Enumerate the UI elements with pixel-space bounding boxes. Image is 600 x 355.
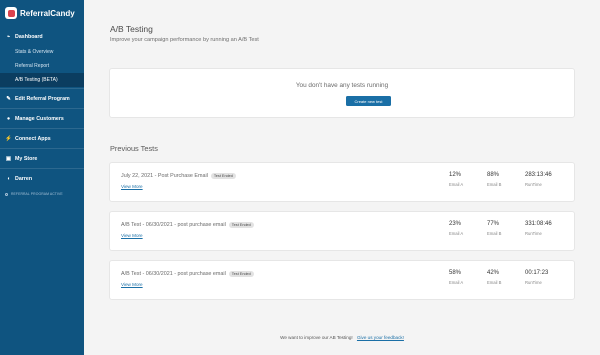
divider <box>0 128 84 129</box>
previous-tests-heading: Previous Tests <box>110 144 158 153</box>
feedback-footer: We want to improve our AB Testing! Give … <box>84 335 600 340</box>
sidebar-item-label: Edit Referral Program <box>15 95 70 102</box>
email-a-stat: 23% Email A <box>449 221 463 236</box>
test-name: July 22, 2021 - Post Purchase Email Test… <box>121 173 236 179</box>
previous-test-card: A/B Test - 06/30/2021 - post purchase em… <box>109 260 575 300</box>
divider <box>0 168 84 169</box>
sidebar-item-label: Manage Customers <box>15 115 64 122</box>
running-tests-card: You don't have any tests running Create … <box>109 68 575 118</box>
sidebar-item-label: My Store <box>15 155 38 162</box>
status-badge: Test Ended <box>210 173 236 179</box>
sidebar-item-manage-customers[interactable]: ● Manage Customers <box>0 110 84 127</box>
user-icon: ◖ <box>6 175 11 182</box>
view-more-link[interactable]: View More <box>121 184 143 189</box>
email-b-label: Email B <box>487 182 502 187</box>
email-b-value: 42% <box>487 270 500 276</box>
test-name-label: A/B Test - 06/30/2021 - post purchase em… <box>121 271 226 277</box>
feedback-link[interactable]: Give us your feedback! <box>357 335 404 340</box>
chart-icon: ⌁ <box>6 33 11 40</box>
email-a-value: 23% <box>449 221 462 227</box>
email-b-stat: 88% Email B <box>487 172 501 187</box>
runtime-stat: 00:17:23 RunTime <box>525 270 548 285</box>
sidebar-item-label: Dashboard <box>15 33 43 40</box>
divider <box>0 108 84 109</box>
store-icon: ▣ <box>5 155 12 162</box>
email-a-value: 12% <box>449 172 462 178</box>
create-new-test-button[interactable]: Create new test <box>346 96 391 106</box>
sidebar-nav: ⌁ Dashboard Stats & Overview Referral Re… <box>0 28 84 201</box>
divider <box>0 148 84 149</box>
runtime-value: 283:13:46 <box>525 172 552 178</box>
runtime-label: RunTime <box>525 280 542 285</box>
page-subtitle: Improve your campaign performance by run… <box>110 37 259 43</box>
plug-icon: ⚡ <box>5 135 12 142</box>
email-b-value: 88% <box>487 172 500 178</box>
view-more-link[interactable]: View More <box>121 282 143 287</box>
test-name: A/B Test - 06/30/2021 - post purchase em… <box>121 222 254 228</box>
runtime-value: 331:08:46 <box>525 221 552 227</box>
view-more-link[interactable]: View More <box>121 233 143 238</box>
previous-test-card: July 22, 2021 - Post Purchase Email Test… <box>109 162 575 202</box>
test-name-label: A/B Test - 06/30/2021 - post purchase em… <box>121 222 226 228</box>
sidebar-item-user[interactable]: ◖ Darren <box>0 170 84 187</box>
feedback-text: We want to improve our AB Testing! <box>280 335 353 340</box>
divider <box>0 88 84 89</box>
previous-test-card: A/B Test - 06/30/2021 - post purchase em… <box>109 211 575 251</box>
empty-state-message: You don't have any tests running <box>295 82 389 89</box>
runtime-value: 00:17:23 <box>525 270 549 276</box>
runtime-stat: 283:13:46 RunTime <box>525 172 552 187</box>
email-a-stat: 12% Email A <box>449 172 463 187</box>
brand-logo[interactable]: ReferralCandy <box>0 0 84 26</box>
status-badge: Test Ended <box>228 222 254 228</box>
sidebar-item-label: Connect Apps <box>15 135 51 142</box>
program-status-label: REFERRAL PROGRAM ACTIVE <box>11 192 63 196</box>
sidebar-item-connect-apps[interactable]: ⚡ Connect Apps <box>0 130 84 147</box>
edit-icon: ✎ <box>6 95 11 102</box>
sidebar-subitem-stats-overview[interactable]: Stats & Overview <box>0 45 84 59</box>
email-a-value: 58% <box>449 270 462 276</box>
sidebar-subitem-referral-report[interactable]: Referral Report <box>0 59 84 73</box>
sidebar-item-label: Darren <box>15 175 33 182</box>
test-name-label: July 22, 2021 - Post Purchase Email <box>121 173 208 179</box>
brand-name: ReferralCandy <box>20 8 75 18</box>
email-b-label: Email B <box>487 231 502 236</box>
status-badge: Test Ended <box>228 271 254 277</box>
status-dot-icon <box>5 192 8 196</box>
email-a-label: Email A <box>449 231 464 236</box>
sidebar-item-edit-referral-program[interactable]: ✎ Edit Referral Program <box>0 90 84 107</box>
email-b-stat: 42% Email B <box>487 270 501 285</box>
sidebar-subitem-ab-testing[interactable]: A/B Testing (BETA) <box>0 73 84 87</box>
email-b-stat: 77% Email B <box>487 221 501 236</box>
sidebar-item-my-store[interactable]: ▣ My Store <box>0 150 84 167</box>
email-b-value: 77% <box>487 221 500 227</box>
email-a-stat: 58% Email A <box>449 270 463 285</box>
runtime-stat: 331:08:46 RunTime <box>525 221 552 236</box>
runtime-label: RunTime <box>525 182 542 187</box>
users-icon: ● <box>6 115 11 122</box>
email-b-label: Email B <box>487 280 502 285</box>
referralcandy-logo-icon <box>5 7 17 19</box>
sidebar-item-dashboard[interactable]: ⌁ Dashboard <box>0 28 84 45</box>
sidebar: ReferralCandy ⌁ Dashboard Stats & Overvi… <box>0 0 84 355</box>
runtime-label: RunTime <box>525 231 542 236</box>
email-a-label: Email A <box>449 280 464 285</box>
test-name: A/B Test - 06/30/2021 - post purchase em… <box>121 271 254 277</box>
program-status: REFERRAL PROGRAM ACTIVE <box>0 187 84 201</box>
email-a-label: Email A <box>449 182 464 187</box>
page-title: A/B Testing <box>110 24 153 34</box>
main-content: A/B Testing Improve your campaign perfor… <box>84 0 600 355</box>
